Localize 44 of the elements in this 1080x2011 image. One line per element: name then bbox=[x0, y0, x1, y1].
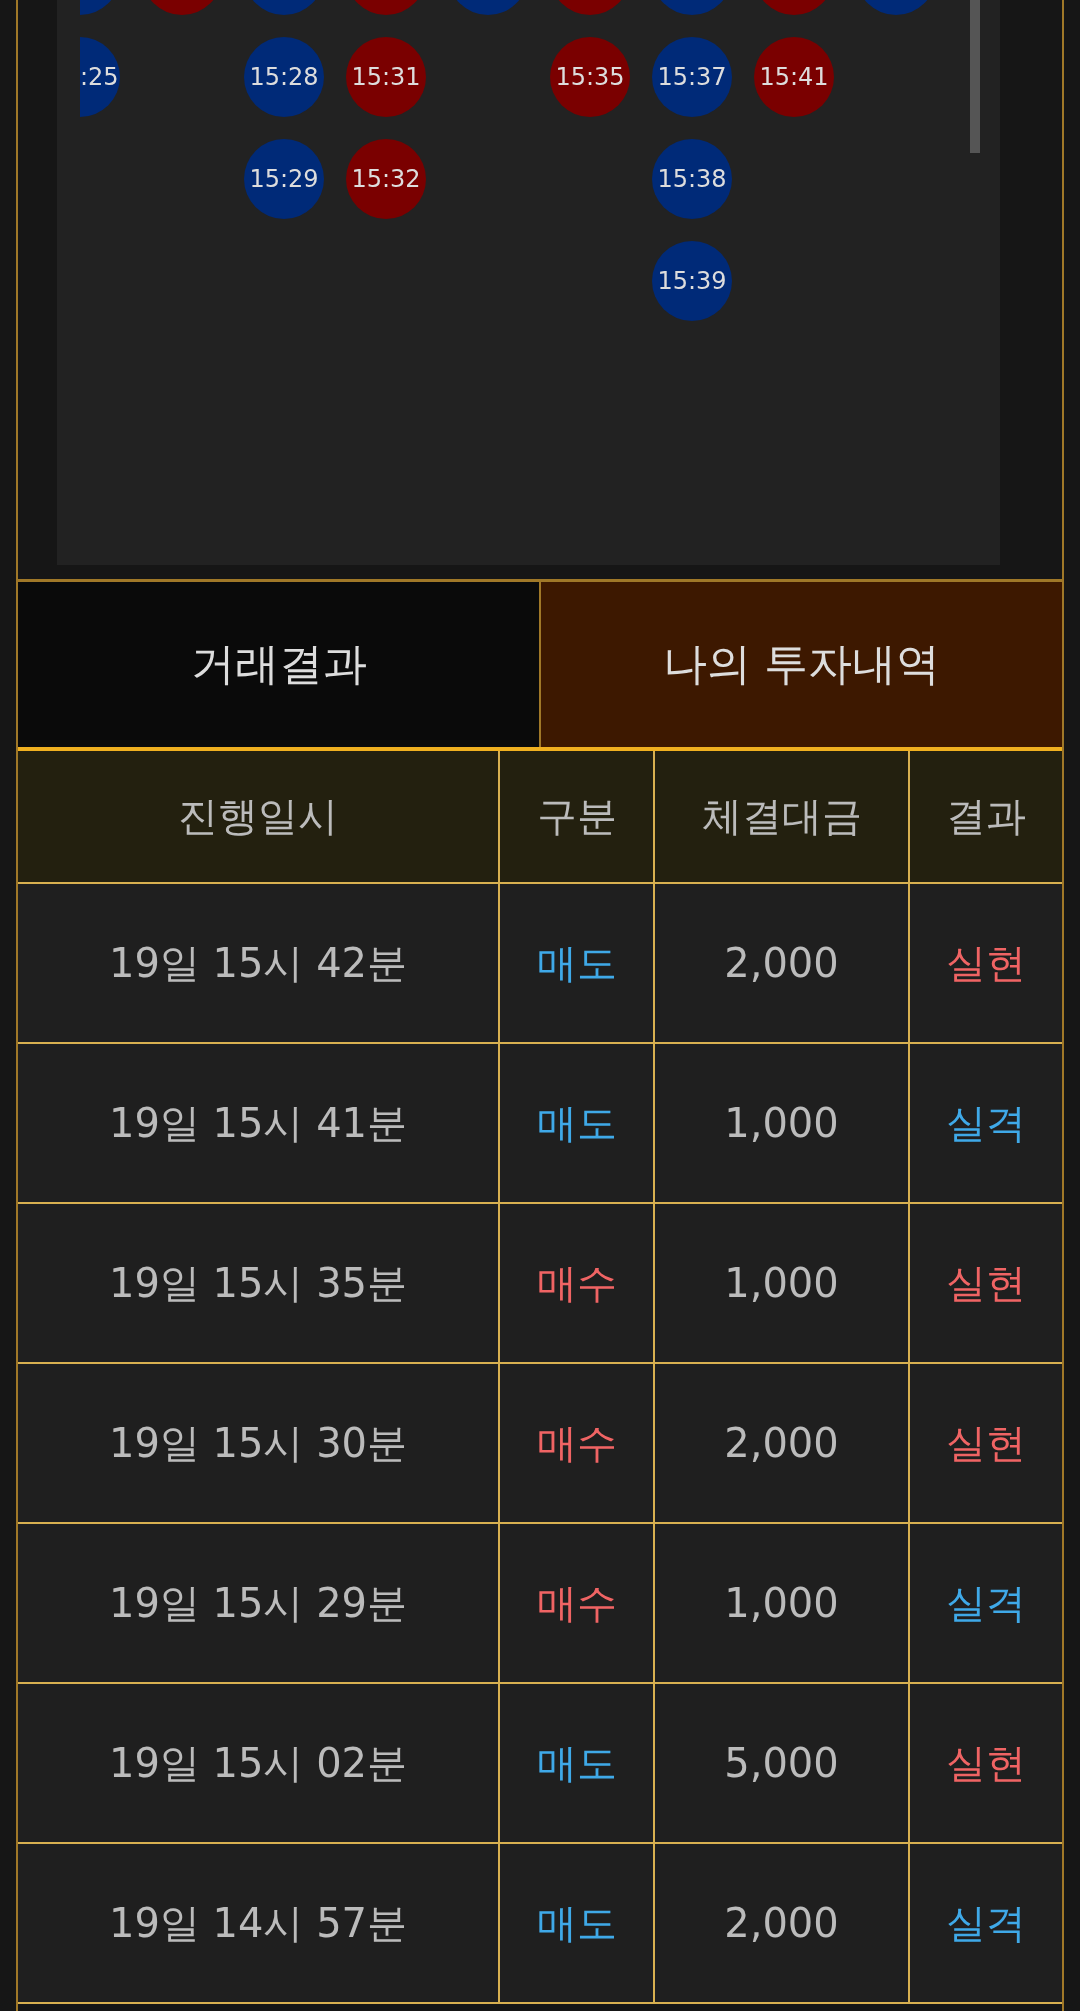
result-text: 실격 bbox=[946, 1098, 1026, 1148]
trade-type-text: 매도 bbox=[536, 1898, 617, 1948]
amount-text: 2,000 bbox=[724, 940, 839, 986]
date-time-text: 19일 15시 35분 bbox=[108, 1258, 408, 1308]
column-header: 체결대금 bbox=[655, 751, 910, 884]
scrollbar[interactable] bbox=[970, 0, 980, 153]
result-text: 실현 bbox=[946, 1418, 1026, 1468]
result-dot: 15:41 bbox=[754, 37, 834, 117]
result-dot: 15:32 bbox=[346, 139, 426, 219]
trade-type-text: 매수 bbox=[536, 1258, 617, 1308]
amount-text: 1,000 bbox=[724, 1260, 839, 1306]
amount-text: 5,000 bbox=[724, 1740, 839, 1786]
result-dot: 15:29 bbox=[244, 139, 324, 219]
date-time-text: 19일 15시 30분 bbox=[108, 1418, 408, 1468]
date-time-text: 19일 15시 29분 bbox=[108, 1578, 408, 1628]
result-text: 실현 bbox=[946, 938, 1026, 988]
trade-type-text: 매수 bbox=[536, 1578, 617, 1628]
result-text: 실현 bbox=[946, 1738, 1026, 1788]
result-dot: 15:28 bbox=[244, 37, 324, 117]
date-time-text: 19일 15시 41분 bbox=[108, 1098, 408, 1148]
date-time-text: 19일 14시 57분 bbox=[108, 1898, 408, 1948]
tab[interactable]: 거래결과 bbox=[18, 582, 539, 747]
column-header: 구분 bbox=[500, 751, 655, 884]
date-time-text: 19일 15시 42분 bbox=[108, 938, 408, 988]
tab[interactable]: 나의 투자내역 bbox=[539, 582, 1062, 747]
trade-type-text: 매도 bbox=[536, 1738, 617, 1788]
amount-text: 2,000 bbox=[724, 1900, 839, 1946]
amount-text: 2,000 bbox=[724, 1420, 839, 1466]
result-dot: 15:37 bbox=[652, 37, 732, 117]
date-time-text: 19일 15시 02분 bbox=[108, 1738, 408, 1788]
result-dot: 15:39 bbox=[652, 241, 732, 321]
amount-text: 1,000 bbox=[724, 1100, 839, 1146]
result-dot: 15:31 bbox=[346, 37, 426, 117]
result-dot: 15:38 bbox=[652, 139, 732, 219]
amount-text: 1,000 bbox=[724, 1580, 839, 1626]
result-text: 실격 bbox=[946, 1898, 1026, 1948]
column-header: 결과 bbox=[910, 751, 1062, 884]
result-text: 실현 bbox=[946, 1258, 1026, 1308]
result-text: 실격 bbox=[946, 1578, 1026, 1628]
trade-type-text: 매수 bbox=[536, 1418, 617, 1468]
result-dot: 15:35 bbox=[550, 37, 630, 117]
trade-type-text: 매도 bbox=[536, 1098, 617, 1148]
column-header: 진행일시 bbox=[18, 751, 500, 884]
trade-type-text: 매도 bbox=[536, 938, 617, 988]
